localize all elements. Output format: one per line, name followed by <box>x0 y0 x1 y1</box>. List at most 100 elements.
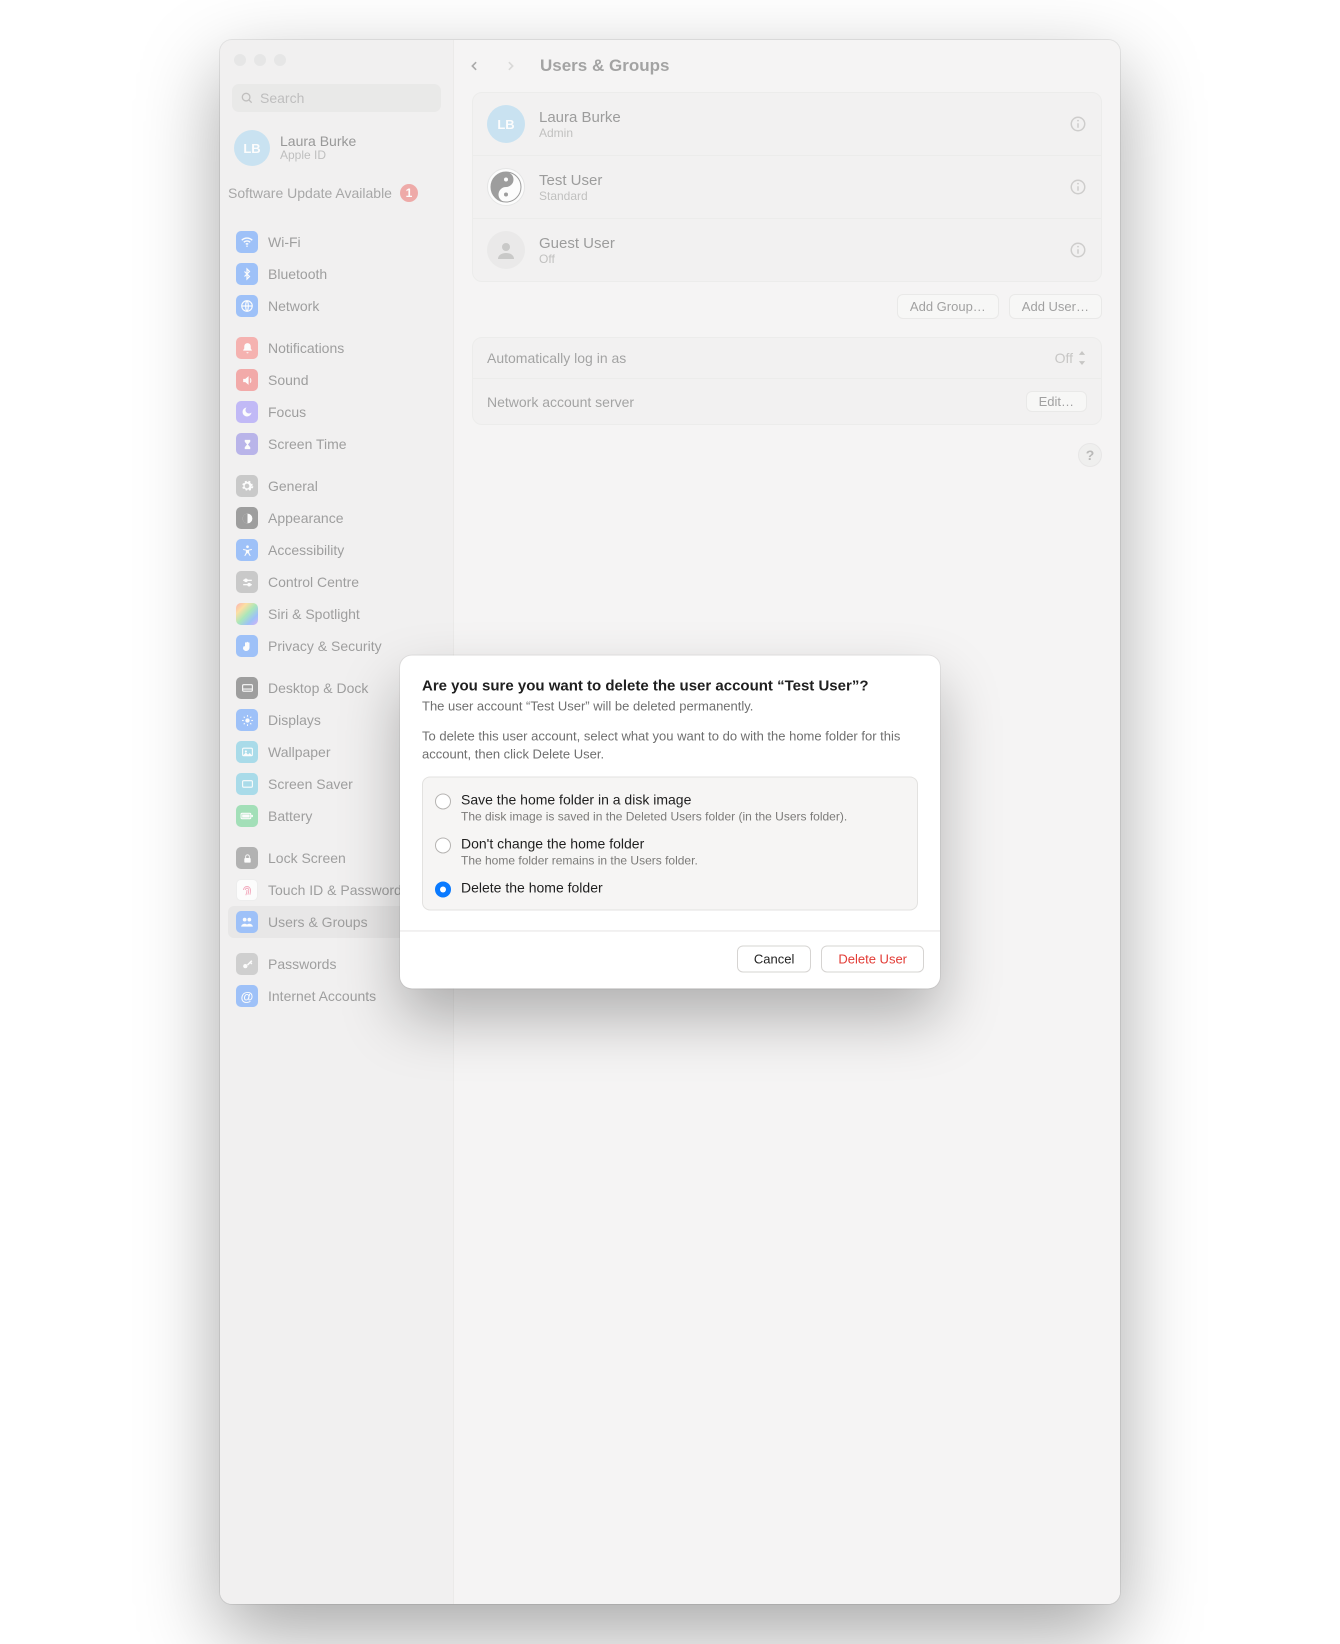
sidebar-item-label: Screen Saver <box>268 776 353 792</box>
toolbar: Users & Groups <box>454 40 1120 88</box>
sidebar-item-label: Sound <box>268 372 308 388</box>
sidebar-item-label: Internet Accounts <box>268 988 376 1004</box>
delete-user-button[interactable]: Delete User <box>821 946 924 973</box>
sidebar-item-sound[interactable]: Sound <box>228 364 445 396</box>
option-save-disk-image[interactable]: Save the home folder in a disk image The… <box>435 788 905 828</box>
user-actions: Add Group… Add User… <box>472 294 1102 319</box>
sidebar-item-label: Users & Groups <box>268 914 368 930</box>
moon-icon <box>236 401 258 423</box>
network-server-label: Network account server <box>487 394 634 410</box>
page-title: Users & Groups <box>540 56 669 76</box>
info-icon[interactable] <box>1069 241 1087 259</box>
option-keep-home-folder[interactable]: Don't change the home folder The home fo… <box>435 832 905 872</box>
apple-id-profile[interactable]: LB Laura Burke Apple ID <box>220 120 453 180</box>
sidebar-item-label: Appearance <box>268 510 344 526</box>
back-button[interactable] <box>468 57 492 75</box>
avatar <box>487 231 525 269</box>
sidebar-item-siri[interactable]: Siri & Spotlight <box>228 598 445 630</box>
sidebar-item-control-centre[interactable]: Control Centre <box>228 566 445 598</box>
bluetooth-icon <box>236 263 258 285</box>
avatar: LB <box>234 130 270 166</box>
dialog-subtitle: The user account “Test User” will be del… <box>422 698 918 713</box>
sidebar-item-wifi[interactable]: Wi-Fi <box>228 226 445 258</box>
display-icon <box>236 709 258 731</box>
sidebar-item-screen-time[interactable]: Screen Time <box>228 428 445 460</box>
auto-login-popup[interactable]: Off <box>1055 350 1087 366</box>
sliders-icon <box>236 571 258 593</box>
sidebar-item-label: Wi-Fi <box>268 234 301 250</box>
user-role: Off <box>539 252 615 266</box>
lock-icon <box>236 847 258 869</box>
software-update-banner[interactable]: Software Update Available 1 <box>220 180 453 216</box>
help-button[interactable]: ? <box>1078 443 1102 467</box>
user-row[interactable]: LB Laura Burke Admin <box>473 93 1101 155</box>
sidebar-item-label: Control Centre <box>268 574 359 590</box>
globe-icon <box>236 295 258 317</box>
auto-login-label: Automatically log in as <box>487 350 626 366</box>
auto-login-value: Off <box>1055 350 1073 366</box>
sidebar-item-label: Screen Time <box>268 436 347 452</box>
sidebar-item-label: Focus <box>268 404 306 420</box>
option-delete-home-folder[interactable]: Delete the home folder <box>435 876 905 902</box>
sidebar-item-general[interactable]: General <box>228 470 445 502</box>
edit-button[interactable]: Edit… <box>1026 391 1087 412</box>
speaker-icon <box>236 369 258 391</box>
sidebar-item-label: Network <box>268 298 319 314</box>
sidebar-item-bluetooth[interactable]: Bluetooth <box>228 258 445 290</box>
radio-icon <box>435 838 451 854</box>
profile-name: Laura Burke <box>280 133 356 149</box>
avatar: LB <box>487 105 525 143</box>
dock-icon <box>236 677 258 699</box>
cancel-button[interactable]: Cancel <box>737 946 811 973</box>
info-icon[interactable] <box>1069 115 1087 133</box>
profile-sub: Apple ID <box>280 149 356 163</box>
users-list: LB Laura Burke Admin Test User Standard <box>472 92 1102 282</box>
sidebar-item-notifications[interactable]: Notifications <box>228 332 445 364</box>
minimize-icon[interactable] <box>254 54 266 66</box>
battery-icon <box>236 805 258 827</box>
user-role: Admin <box>539 126 621 140</box>
sidebar-item-focus[interactable]: Focus <box>228 396 445 428</box>
option-desc: The home folder remains in the Users fol… <box>461 854 698 868</box>
bell-icon <box>236 337 258 359</box>
forward-button[interactable] <box>504 57 528 75</box>
sidebar-item-appearance[interactable]: Appearance <box>228 502 445 534</box>
users-icon <box>236 911 258 933</box>
dialog-options: Save the home folder in a disk image The… <box>422 777 918 911</box>
add-user-button[interactable]: Add User… <box>1009 294 1102 319</box>
radio-icon <box>435 882 451 898</box>
sidebar-item-label: Battery <box>268 808 312 824</box>
accessibility-icon <box>236 539 258 561</box>
siri-icon <box>236 603 258 625</box>
sidebar-item-label: Privacy & Security <box>268 638 382 654</box>
dialog-title: Are you sure you want to delete the user… <box>422 677 918 694</box>
delete-user-dialog: Are you sure you want to delete the user… <box>400 655 940 988</box>
wallpaper-icon <box>236 741 258 763</box>
sidebar-item-network[interactable]: Network <box>228 290 445 322</box>
option-title: Save the home folder in a disk image <box>461 792 847 808</box>
hand-icon <box>236 635 258 657</box>
option-title: Delete the home folder <box>461 880 603 896</box>
search-field[interactable] <box>232 84 441 112</box>
user-role: Standard <box>539 189 602 203</box>
sidebar-item-label: Bluetooth <box>268 266 327 282</box>
radio-icon <box>435 794 451 810</box>
user-name: Guest User <box>539 235 615 252</box>
update-count-badge: 1 <box>400 184 418 202</box>
dialog-description: To delete this user account, select what… <box>422 727 918 762</box>
sidebar-item-label: Displays <box>268 712 321 728</box>
sidebar-item-accessibility[interactable]: Accessibility <box>228 534 445 566</box>
at-icon: @ <box>236 985 258 1007</box>
user-row[interactable]: Test User Standard <box>473 155 1101 218</box>
search-input[interactable] <box>260 90 441 106</box>
user-row[interactable]: Guest User Off <box>473 218 1101 281</box>
close-icon[interactable] <box>234 54 246 66</box>
info-icon[interactable] <box>1069 178 1087 196</box>
screensaver-icon <box>236 773 258 795</box>
user-name: Laura Burke <box>539 109 621 126</box>
add-group-button[interactable]: Add Group… <box>897 294 999 319</box>
zoom-icon[interactable] <box>274 54 286 66</box>
option-title: Don't change the home folder <box>461 836 698 852</box>
chevron-up-down-icon <box>1077 351 1087 365</box>
key-icon <box>236 953 258 975</box>
